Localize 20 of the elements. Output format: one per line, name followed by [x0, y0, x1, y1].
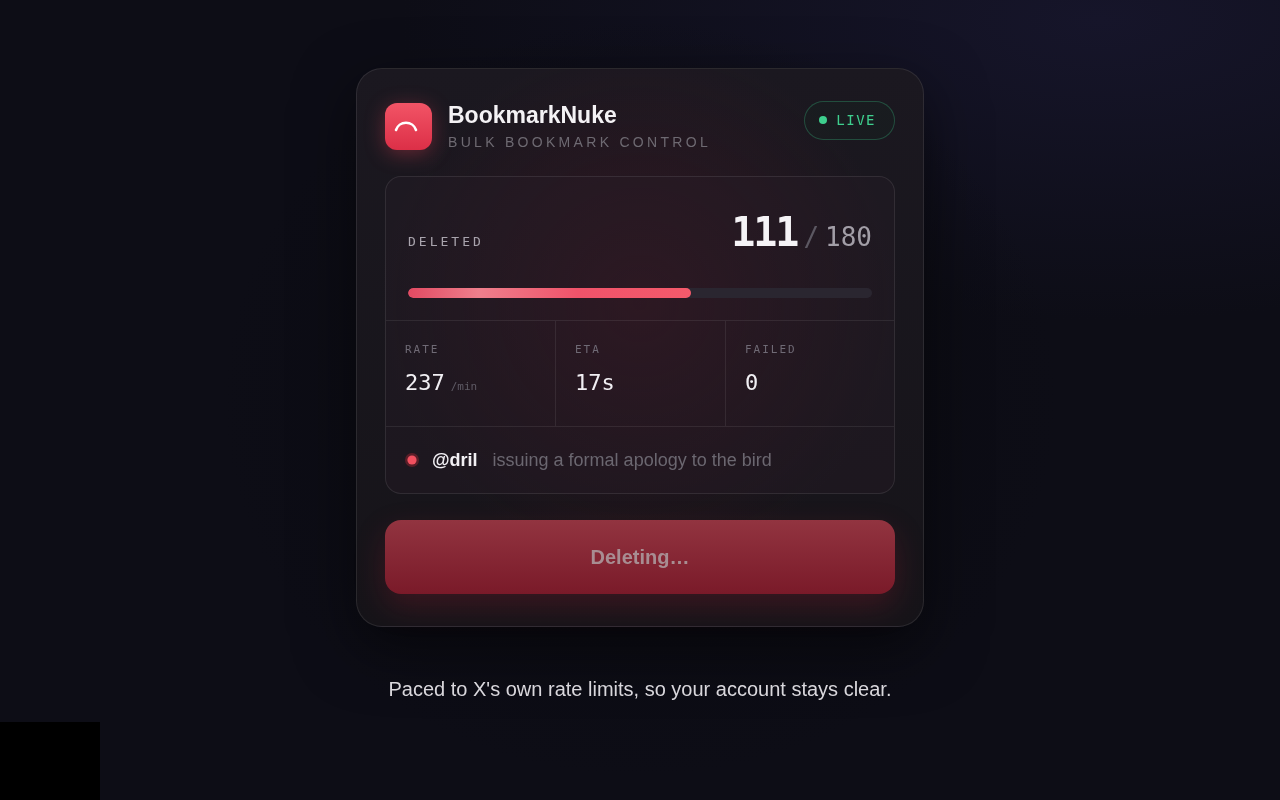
footer-note: Paced to X's own rate limits, so your account stays clear. [388, 677, 892, 701]
live-label: LIVE [836, 112, 876, 128]
deleted-count: 111 [731, 212, 798, 252]
account-handle: @dril [432, 449, 478, 471]
count-separator: / [803, 222, 820, 252]
stat-value: 17s [575, 369, 615, 397]
status-dot-icon [819, 116, 828, 124]
activity-message: issuing a formal apology to the bird [492, 449, 772, 471]
stat-value: 0 [745, 369, 759, 397]
arc-logo-icon [385, 102, 432, 150]
stat-unit: /min [450, 379, 478, 395]
activity-dot-icon [405, 453, 419, 467]
app-tagline: BULK BOOKMARK CONTROL [448, 133, 712, 151]
total-count: 180 [825, 222, 872, 252]
stat-label: RATE [405, 343, 441, 357]
stat-label: ETA [575, 343, 602, 357]
progress-label: DELETED [408, 234, 484, 249]
stat-label: FAILED [745, 343, 798, 357]
app-name: BookmarkNuke [448, 101, 618, 129]
stat-value: 237 [405, 369, 445, 397]
